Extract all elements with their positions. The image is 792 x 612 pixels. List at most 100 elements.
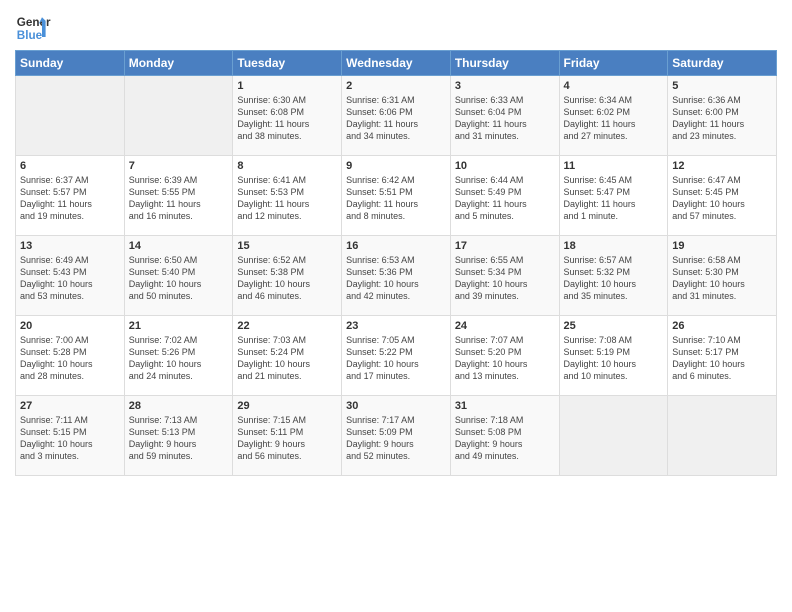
day-number: 10 [455,160,555,172]
calendar-cell: 15 Sunrise: 6:52 AM Sunset: 5:38 PM Dayli… [233,236,342,316]
logo: General Blue [15,10,51,46]
day-number: 9 [346,160,446,172]
day-number: 17 [455,240,555,252]
calendar-cell: 26 Sunrise: 7:10 AM Sunset: 5:17 PM Dayli… [668,316,777,396]
day-number: 7 [129,160,229,172]
calendar-cell: 3Sunrise: 6:33 AM Sunset: 6:04 PM Daylig… [450,76,559,156]
col-header-tuesday: Tuesday [233,51,342,76]
day-number: 15 [237,240,337,252]
day-info: Sunrise: 6:30 AM Sunset: 6:08 PM Dayligh… [237,94,337,143]
day-number: 4 [564,80,664,92]
page-container: General Blue SundayMondayTuesdayWednesda… [0,0,792,486]
day-number: 23 [346,320,446,332]
day-number: 8 [237,160,337,172]
calendar-cell [559,396,668,476]
day-number: 18 [564,240,664,252]
day-number: 22 [237,320,337,332]
day-info: Sunrise: 7:17 AM Sunset: 5:09 PM Dayligh… [346,414,446,463]
day-info: Sunrise: 6:55 AM Sunset: 5:34 PM Dayligh… [455,254,555,303]
calendar-cell: 2Sunrise: 6:31 AM Sunset: 6:06 PM Daylig… [342,76,451,156]
day-info: Sunrise: 7:02 AM Sunset: 5:26 PM Dayligh… [129,334,229,383]
day-info: Sunrise: 6:50 AM Sunset: 5:40 PM Dayligh… [129,254,229,303]
calendar-cell: 27 Sunrise: 7:11 AM Sunset: 5:15 PM Dayli… [16,396,125,476]
day-number: 2 [346,80,446,92]
day-number: 21 [129,320,229,332]
day-number: 29 [237,400,337,412]
day-number: 26 [672,320,772,332]
calendar-cell [124,76,233,156]
logo-icon: General Blue [15,10,51,46]
day-number: 1 [237,80,337,92]
day-info: Sunrise: 6:34 AM Sunset: 6:02 PM Dayligh… [564,94,664,143]
calendar-cell: 17 Sunrise: 6:55 AM Sunset: 5:34 PM Dayli… [450,236,559,316]
day-info: Sunrise: 7:10 AM Sunset: 5:17 PM Dayligh… [672,334,772,383]
day-info: Sunrise: 7:03 AM Sunset: 5:24 PM Dayligh… [237,334,337,383]
day-number: 28 [129,400,229,412]
calendar-cell [668,396,777,476]
calendar-cell: 23 Sunrise: 7:05 AM Sunset: 5:22 PM Dayli… [342,316,451,396]
week-row-2: 6Sunrise: 6:37 AM Sunset: 5:57 PM Daylig… [16,156,777,236]
svg-text:General: General [17,16,51,29]
calendar-cell: 22 Sunrise: 7:03 AM Sunset: 5:24 PM Dayli… [233,316,342,396]
day-number: 27 [20,400,120,412]
day-number: 16 [346,240,446,252]
day-info: Sunrise: 7:11 AM Sunset: 5:15 PM Dayligh… [20,414,120,463]
week-row-3: 13 Sunrise: 6:49 AM Sunset: 5:43 PM Dayli… [16,236,777,316]
calendar-cell: 18 Sunrise: 6:57 AM Sunset: 5:32 PM Dayli… [559,236,668,316]
calendar-cell: 14 Sunrise: 6:50 AM Sunset: 5:40 PM Dayli… [124,236,233,316]
day-number: 30 [346,400,446,412]
calendar-cell: 20Sunrise: 7:00 AM Sunset: 5:28 PM Dayli… [16,316,125,396]
day-number: 24 [455,320,555,332]
calendar-cell: 13 Sunrise: 6:49 AM Sunset: 5:43 PM Dayli… [16,236,125,316]
day-number: 14 [129,240,229,252]
calendar-cell: 4 Sunrise: 6:34 AM Sunset: 6:02 PM Daylig… [559,76,668,156]
day-info: Sunrise: 6:53 AM Sunset: 5:36 PM Dayligh… [346,254,446,303]
calendar-cell: 12 Sunrise: 6:47 AM Sunset: 5:45 PM Dayli… [668,156,777,236]
calendar-cell: 1 Sunrise: 6:30 AM Sunset: 6:08 PM Daylig… [233,76,342,156]
day-info: Sunrise: 7:05 AM Sunset: 5:22 PM Dayligh… [346,334,446,383]
day-header-row: SundayMondayTuesdayWednesdayThursdayFrid… [16,51,777,76]
day-number: 25 [564,320,664,332]
week-row-4: 20Sunrise: 7:00 AM Sunset: 5:28 PM Dayli… [16,316,777,396]
day-info: Sunrise: 6:49 AM Sunset: 5:43 PM Dayligh… [20,254,120,303]
day-number: 31 [455,400,555,412]
day-number: 11 [564,160,664,172]
col-header-sunday: Sunday [16,51,125,76]
day-info: Sunrise: 6:58 AM Sunset: 5:30 PM Dayligh… [672,254,772,303]
day-info: Sunrise: 7:07 AM Sunset: 5:20 PM Dayligh… [455,334,555,383]
calendar-cell: 24 Sunrise: 7:07 AM Sunset: 5:20 PM Dayli… [450,316,559,396]
day-info: Sunrise: 6:57 AM Sunset: 5:32 PM Dayligh… [564,254,664,303]
day-number: 12 [672,160,772,172]
calendar-cell: 21 Sunrise: 7:02 AM Sunset: 5:26 PM Dayli… [124,316,233,396]
day-info: Sunrise: 6:47 AM Sunset: 5:45 PM Dayligh… [672,174,772,223]
day-number: 13 [20,240,120,252]
calendar-cell [16,76,125,156]
day-info: Sunrise: 6:42 AM Sunset: 5:51 PM Dayligh… [346,174,446,223]
col-header-saturday: Saturday [668,51,777,76]
day-number: 3 [455,80,555,92]
calendar-cell: 28 Sunrise: 7:13 AM Sunset: 5:13 PM Dayli… [124,396,233,476]
day-info: Sunrise: 6:36 AM Sunset: 6:00 PM Dayligh… [672,94,772,143]
day-info: Sunrise: 7:13 AM Sunset: 5:13 PM Dayligh… [129,414,229,463]
calendar-cell: 11 Sunrise: 6:45 AM Sunset: 5:47 PM Dayli… [559,156,668,236]
day-info: Sunrise: 6:37 AM Sunset: 5:57 PM Dayligh… [20,174,120,223]
week-row-5: 27 Sunrise: 7:11 AM Sunset: 5:15 PM Dayli… [16,396,777,476]
day-info: Sunrise: 6:52 AM Sunset: 5:38 PM Dayligh… [237,254,337,303]
calendar-cell: 10 Sunrise: 6:44 AM Sunset: 5:49 PM Dayli… [450,156,559,236]
col-header-monday: Monday [124,51,233,76]
header: General Blue [15,10,777,46]
calendar-cell: 25 Sunrise: 7:08 AM Sunset: 5:19 PM Dayli… [559,316,668,396]
col-header-thursday: Thursday [450,51,559,76]
calendar-cell: 16 Sunrise: 6:53 AM Sunset: 5:36 PM Dayli… [342,236,451,316]
calendar-cell: 9 Sunrise: 6:42 AM Sunset: 5:51 PM Daylig… [342,156,451,236]
svg-text:Blue: Blue [17,29,43,42]
day-info: Sunrise: 7:08 AM Sunset: 5:19 PM Dayligh… [564,334,664,383]
day-number: 5 [672,80,772,92]
col-header-wednesday: Wednesday [342,51,451,76]
day-info: Sunrise: 6:41 AM Sunset: 5:53 PM Dayligh… [237,174,337,223]
day-info: Sunrise: 6:45 AM Sunset: 5:47 PM Dayligh… [564,174,664,223]
day-info: Sunrise: 7:00 AM Sunset: 5:28 PM Dayligh… [20,334,120,383]
col-header-friday: Friday [559,51,668,76]
calendar-cell: 30 Sunrise: 7:17 AM Sunset: 5:09 PM Dayli… [342,396,451,476]
day-info: Sunrise: 6:44 AM Sunset: 5:49 PM Dayligh… [455,174,555,223]
